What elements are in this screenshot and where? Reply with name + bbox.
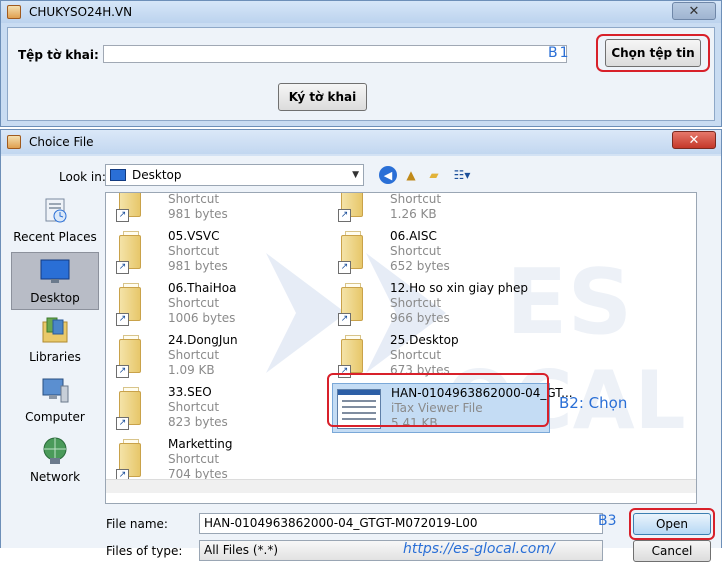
place-recent-places[interactable]: Recent Places [11, 192, 99, 250]
files-of-type-label: Files of type: [106, 544, 183, 558]
folder-shortcut-icon: ↗ [338, 231, 368, 274]
folder-shortcut-icon: ↗ [116, 193, 146, 222]
main-window-close-button[interactable]: ✕ [672, 2, 716, 20]
selected-file-highlight [327, 373, 549, 427]
look-in-select[interactable]: Desktop ▼ [105, 164, 364, 186]
place-label: Desktop [30, 291, 80, 305]
choice-file-dialog: Choice File ✕ Look in: Desktop ▼ ◀ ▲ ▰ ☷… [0, 129, 722, 562]
places-bar: Recent Places Desktop Libraries Computer [11, 192, 99, 492]
libraries-icon [38, 315, 72, 347]
open-button[interactable]: Open [633, 513, 711, 535]
main-window-title: CHUKYSO24H.VN [29, 5, 133, 19]
new-folder-icon[interactable]: ▰ [425, 166, 443, 184]
java-app-icon [7, 135, 21, 149]
view-menu-icon[interactable]: ☷▾ [449, 166, 475, 184]
file-item[interactable]: ↗ Shortcut 1.26 KB [332, 193, 550, 225]
folder-shortcut-icon: ↗ [116, 387, 146, 430]
place-desktop[interactable]: Desktop [11, 252, 99, 310]
main-window-body: Tệp tờ khai: B1 Chọn tệp tin Ký tờ khai [7, 27, 715, 121]
folder-shortcut-icon: ↗ [116, 231, 146, 274]
tax-file-input[interactable] [103, 45, 567, 63]
file-item[interactable]: ↗ 33.SEO Shortcut 823 bytes [110, 383, 328, 433]
network-icon [38, 435, 72, 467]
step-b1-annotation: B1 [548, 45, 571, 61]
folder-shortcut-icon: ↗ [116, 283, 146, 326]
desktop-icon [38, 256, 72, 288]
file-item[interactable]: ↗ Marketting Shortcut 704 bytes [110, 435, 328, 485]
folder-shortcut-icon: ↗ [338, 283, 368, 326]
step-b2-annotation: B2: Chọn [559, 394, 628, 412]
place-computer[interactable]: Computer [11, 372, 99, 430]
file-list[interactable]: ES OCAL ↗ Shortcut 981 bytes ↗ Shortcut … [105, 192, 697, 504]
chevron-down-icon: ▼ [352, 170, 359, 180]
folder-shortcut-icon: ↗ [338, 335, 368, 378]
up-one-level-icon[interactable]: ▲ [402, 166, 420, 184]
file-item[interactable]: ↗ Shortcut 981 bytes [110, 193, 328, 225]
dialog-title: Choice File [29, 135, 94, 149]
file-item[interactable]: ↗ 06.ThaiHoa Shortcut 1006 bytes [110, 279, 328, 329]
place-label: Network [29, 470, 81, 484]
website-annotation: https://es-glocal.com/ [403, 541, 555, 557]
file-item[interactable]: ↗ 24.DongJun Shortcut 1.09 KB [110, 331, 328, 381]
main-window-titlebar[interactable]: CHUKYSO24H.VN ✕ [1, 1, 721, 23]
desktop-icon [110, 169, 126, 181]
horizontal-scrollbar[interactable] [106, 479, 696, 493]
back-icon[interactable]: ◀ [379, 166, 397, 184]
file-name-label: File name: [106, 517, 168, 531]
tax-file-label: Tệp tờ khai: [18, 48, 99, 62]
computer-icon [38, 375, 72, 407]
file-item[interactable]: ↗ 06.AISC Shortcut 652 bytes [332, 227, 550, 277]
place-libraries[interactable]: Libraries [11, 312, 99, 370]
choose-file-button[interactable]: Chọn tệp tin [605, 39, 701, 67]
file-name-input[interactable]: HAN-0104963862000-04_GTGT-M072019-L00 [199, 513, 603, 534]
file-item[interactable]: ↗ 12.Ho so xin giay phep Shortcut 966 by… [332, 279, 550, 329]
folder-shortcut-icon: ↗ [338, 193, 368, 222]
sign-declaration-button[interactable]: Ký tờ khai [278, 83, 367, 111]
place-label: Computer [25, 410, 85, 424]
dialog-close-button[interactable]: ✕ [672, 131, 716, 149]
place-label: Libraries [29, 350, 81, 364]
dialog-titlebar[interactable]: Choice File ✕ [1, 130, 721, 154]
step-b3-annotation: B3 [598, 513, 617, 529]
file-item[interactable]: ↗ 05.VSVC Shortcut 981 bytes [110, 227, 328, 277]
main-window: CHUKYSO24H.VN ✕ Tệp tờ khai: B1 Chọn tệp… [0, 0, 722, 127]
place-label: Recent Places [13, 230, 97, 244]
look-in-value: Desktop [132, 168, 182, 182]
java-app-icon [7, 5, 21, 19]
place-network[interactable]: Network [11, 432, 99, 490]
recent-places-icon [38, 195, 72, 227]
look-in-label: Look in: [59, 170, 106, 184]
cancel-button[interactable]: Cancel [633, 540, 711, 562]
folder-shortcut-icon: ↗ [116, 335, 146, 378]
folder-shortcut-icon: ↗ [116, 439, 146, 482]
dialog-body: Look in: Desktop ▼ ◀ ▲ ▰ ☷▾ Recent Place… [1, 156, 721, 562]
